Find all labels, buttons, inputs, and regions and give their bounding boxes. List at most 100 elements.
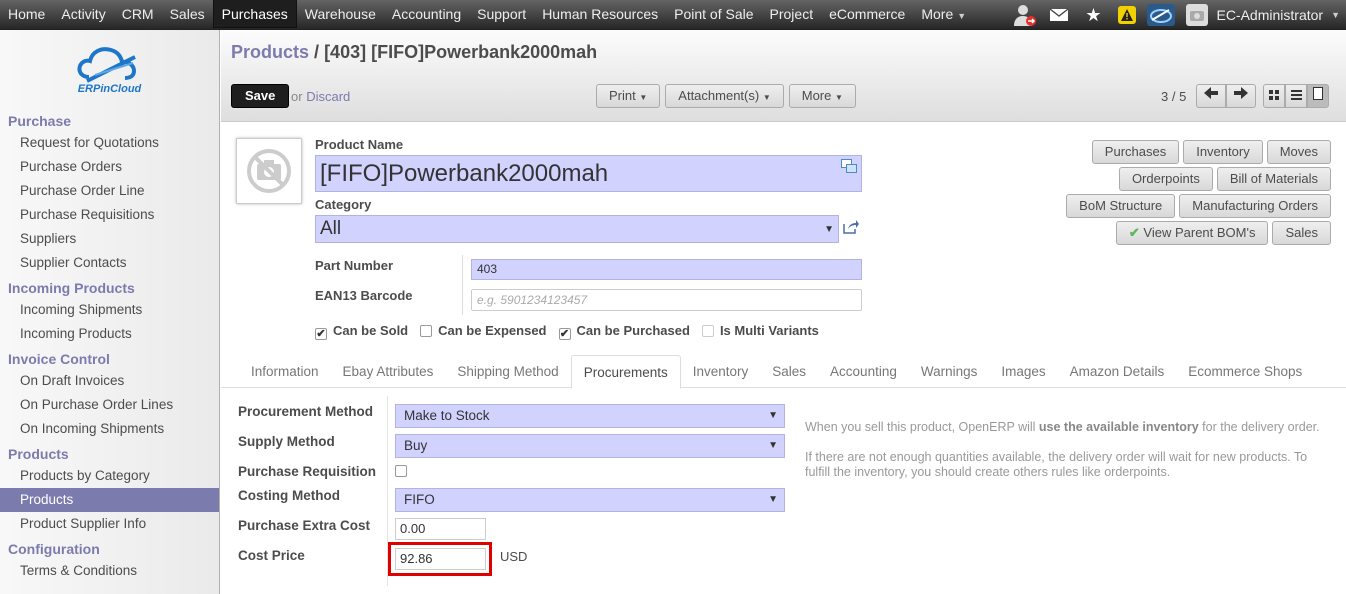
menu-sales[interactable]: Sales — [162, 0, 213, 28]
help1-pre: When you sell this product, OpenERP will — [805, 420, 1039, 434]
attachments-label: Attachment(s) — [678, 88, 760, 103]
bill-of-materials-button[interactable]: Bill of Materials — [1216, 167, 1331, 191]
menu-support[interactable]: Support — [469, 0, 534, 28]
is-multi-variants[interactable]: Is Multi Variants — [701, 323, 819, 338]
star-icon[interactable]: ★ — [1076, 0, 1110, 30]
tab-ebay-attributes[interactable]: Ebay Attributes — [331, 355, 446, 388]
notebook-tabs: Information Ebay Attributes Shipping Met… — [221, 355, 1346, 389]
tab-ecommerce-shops[interactable]: Ecommerce Shops — [1176, 355, 1314, 388]
ean13-input[interactable]: e.g. 5901234123457 — [471, 289, 862, 311]
main-content: Products / [403] [FIFO]Powerbank2000mah … — [221, 30, 1346, 594]
sidebar-item-incoming-shipments[interactable]: Incoming Shipments — [0, 298, 219, 322]
can-be-purchased[interactable]: ✔ Can be Purchased — [558, 323, 690, 340]
sidebar-item-purchase-orders[interactable]: Purchase Orders — [0, 155, 219, 179]
inventory-button[interactable]: Inventory — [1183, 140, 1263, 164]
sidebar: ERPinCloud Purchase Request for Quotatio… — [0, 30, 220, 594]
sidebar-item-supplier-contacts[interactable]: Supplier Contacts — [0, 251, 219, 275]
menu-home[interactable]: Home — [0, 0, 53, 28]
menu-project[interactable]: Project — [762, 0, 822, 28]
view-switcher — [1263, 84, 1329, 108]
tab-procurements[interactable]: Procurements — [570, 355, 681, 389]
menu-crm[interactable]: CRM — [114, 0, 162, 28]
can-be-purchased-checkbox[interactable]: ✔ — [558, 328, 571, 340]
sidebar-item-products[interactable]: Products — [0, 488, 219, 512]
sidebar-item-terms-conditions[interactable]: Terms & Conditions — [0, 559, 219, 583]
attachments-button[interactable]: Attachment(s) ▼ — [665, 84, 784, 108]
sales-button[interactable]: Sales — [1272, 221, 1331, 245]
kanban-view-button[interactable] — [1263, 84, 1285, 108]
save-button[interactable]: Save — [231, 84, 290, 108]
menu-ecommerce[interactable]: eCommerce — [821, 0, 913, 28]
purchase-extra-cost-input[interactable]: 0.00 — [395, 518, 486, 540]
mail-icon[interactable] — [1042, 0, 1076, 30]
menu-human-resources[interactable]: Human Resources — [534, 0, 666, 28]
procurement-method-select[interactable]: Make to Stock ▼ — [395, 404, 785, 428]
section-incoming-products: Incoming Products — [8, 280, 135, 296]
product-image[interactable] — [236, 138, 302, 204]
tab-images[interactable]: Images — [989, 355, 1057, 388]
next-button[interactable] — [1226, 84, 1256, 108]
company-logo[interactable]: ERPinCloud — [0, 30, 219, 108]
sidebar-item-request-for-quotations[interactable]: Request for Quotations — [0, 131, 219, 155]
manufacturing-orders-button[interactable]: Manufacturing Orders — [1179, 194, 1331, 218]
sidebar-item-suppliers[interactable]: Suppliers — [0, 227, 219, 251]
part-number-input[interactable]: 403 — [471, 259, 862, 280]
bom-structure-button[interactable]: BoM Structure — [1066, 194, 1176, 218]
menu-accounting[interactable]: Accounting — [384, 0, 469, 28]
supply-method-select[interactable]: Buy ▼ — [395, 434, 785, 458]
sidebar-item-products-by-category[interactable]: Products by Category — [0, 464, 219, 488]
sidebar-item-on-draft-invoices[interactable]: On Draft Invoices — [0, 369, 219, 393]
menu-more[interactable]: More ▼ — [913, 0, 974, 28]
tab-shipping-method[interactable]: Shipping Method — [445, 355, 570, 388]
sidebar-item-product-supplier-info[interactable]: Product Supplier Info — [0, 512, 219, 536]
menu-warehouse[interactable]: Warehouse — [297, 0, 384, 28]
more-button[interactable]: More ▼ — [788, 84, 856, 108]
external-link-icon[interactable] — [843, 220, 859, 237]
form-view-button[interactable] — [1307, 84, 1329, 108]
tab-warnings[interactable]: Warnings — [909, 355, 990, 388]
print-button[interactable]: Print ▼ — [596, 84, 661, 108]
is-multi-variants-checkbox[interactable] — [701, 325, 714, 337]
can-be-sold-checkbox[interactable]: ✔ — [315, 328, 327, 340]
can-be-expensed-checkbox[interactable] — [420, 325, 433, 337]
tab-inventory[interactable]: Inventory — [681, 355, 761, 388]
purchases-button[interactable]: Purchases — [1091, 140, 1180, 164]
section-configuration: Configuration — [8, 541, 100, 557]
moves-button[interactable]: Moves — [1266, 140, 1331, 164]
sidebar-item-on-purchase-order-lines[interactable]: On Purchase Order Lines — [0, 393, 219, 417]
purchase-requisition-checkbox[interactable] — [395, 465, 407, 477]
procurement-method-value: Make to Stock — [404, 408, 490, 423]
tab-information[interactable]: Information — [239, 355, 331, 388]
warning-icon[interactable] — [1110, 0, 1144, 30]
can-be-sold[interactable]: ✔ Can be Sold — [315, 323, 408, 340]
product-name-input[interactable]: [FIFO]Powerbank2000mah — [315, 155, 862, 192]
orderpoints-button[interactable]: Orderpoints — [1118, 167, 1213, 191]
form-sheet: Product Name [FIFO]Powerbank2000mah Cate… — [221, 122, 1346, 594]
sidebar-item-purchase-requisitions[interactable]: Purchase Requisitions — [0, 203, 219, 227]
sidebar-item-purchase-order-line[interactable]: Purchase Order Line — [0, 179, 219, 203]
previous-button[interactable] — [1196, 84, 1226, 108]
view-parent-boms-button[interactable]: ✔ View Parent BOM's — [1115, 221, 1269, 245]
list-icon — [1290, 90, 1302, 100]
user-menu[interactable]: EC-Administrator ▼ — [1178, 4, 1346, 26]
sidebar-item-on-incoming-shipments[interactable]: On Incoming Shipments — [0, 417, 219, 441]
translate-icon[interactable] — [841, 159, 857, 176]
list-view-button[interactable] — [1285, 84, 1307, 108]
breadcrumb: Products / [403] [FIFO]Powerbank2000mah — [231, 42, 597, 63]
menu-point-of-sale[interactable]: Point of Sale — [666, 0, 761, 28]
menu-purchases[interactable]: Purchases — [212, 0, 297, 28]
costing-method-select[interactable]: FIFO ▼ — [395, 488, 785, 512]
tab-amazon-details[interactable]: Amazon Details — [1058, 355, 1177, 388]
breadcrumb-products-link[interactable]: Products — [231, 42, 309, 62]
category-select[interactable]: All ▼ — [315, 215, 839, 243]
erpincloud-icon[interactable] — [1144, 0, 1178, 30]
discard-link[interactable]: Discard — [306, 89, 350, 104]
menu-activity[interactable]: Activity — [53, 0, 113, 28]
can-be-expensed[interactable]: Can be Expensed — [420, 323, 547, 338]
tab-accounting[interactable]: Accounting — [818, 355, 909, 388]
breadcrumb-separator: / — [314, 42, 320, 62]
tab-sales[interactable]: Sales — [760, 355, 818, 388]
procurement-method-label: Procurement Method — [238, 404, 374, 419]
sidebar-item-incoming-products[interactable]: Incoming Products — [0, 322, 219, 346]
user-switch-icon[interactable] — [1008, 0, 1042, 30]
